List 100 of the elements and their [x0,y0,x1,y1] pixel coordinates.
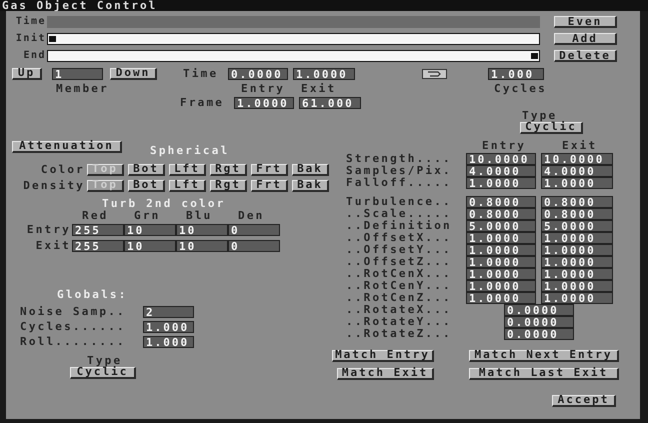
frame-exit-field[interactable]: 61.000 [299,96,361,108]
up-button[interactable]: Up [12,68,42,80]
label: Init [14,33,47,45]
label: Frame [180,96,226,108]
entry-field[interactable]: 1.0000 [466,244,536,256]
label: Roll........ [20,336,127,348]
section-title: Globals: [57,288,128,300]
face-button[interactable]: Lft [169,180,206,192]
label: Time [183,68,220,80]
exit-field[interactable]: 1.0000 [541,256,613,268]
attenuation-button[interactable]: Attenuation [12,140,122,152]
cycle-button[interactable] [422,68,447,78]
face-button[interactable]: Bak [292,164,329,176]
exit-field[interactable]: 10.0000 [541,153,613,165]
match-button[interactable]: Match Entry [332,350,434,362]
type-button[interactable]: Cyclic [520,122,583,134]
column-header: Entry [482,140,528,152]
global-field[interactable]: 2 [143,306,194,318]
face-button[interactable]: Rgt [210,164,247,176]
face-button[interactable]: Bot [128,180,165,192]
entry-field[interactable]: 1.0000 [466,292,536,304]
type-button[interactable]: Cyclic [70,366,136,378]
label: Member [56,82,110,94]
slider-thumb[interactable] [49,36,56,42]
label: Strength.... [346,153,453,165]
color-field[interactable]: 10 [176,224,228,236]
entry-field[interactable]: 0.8000 [466,196,536,208]
frame-entry-field[interactable]: 1.0000 [234,96,294,108]
slider-track[interactable] [47,50,540,62]
down-button[interactable]: Down [110,68,157,80]
mode-label: Spherical [150,144,230,156]
label: Color [40,164,86,176]
entry-field[interactable]: 5.0000 [466,220,536,232]
entry-field[interactable]: 1.0000 [466,268,536,280]
slider-thumb[interactable] [531,53,538,59]
exit-field[interactable]: 0.8000 [541,208,613,220]
label: End [22,50,47,62]
slider-track[interactable] [47,33,540,45]
exit-field[interactable]: 1.0000 [541,268,613,280]
color-field[interactable]: 0 [228,240,280,252]
label: Density [22,180,86,192]
label: Entry [26,224,72,236]
exit-field[interactable]: 1.0000 [541,232,613,244]
member-field[interactable]: 1 [52,68,103,80]
color-field[interactable]: 255 [72,240,124,252]
value-field[interactable]: 0.0000 [504,316,574,328]
window-title: Gas Object Control [2,0,158,11]
side-button[interactable]: Add [554,33,617,45]
color-field[interactable]: 10 [176,240,228,252]
face-button[interactable]: Lft [169,164,206,176]
accept-button[interactable]: Accept [552,394,616,406]
side-button[interactable]: Even [554,16,617,28]
label: Cycles [494,82,547,94]
column-header: Grn [134,210,162,222]
label: Falloff..... [346,177,453,189]
cycles-field[interactable]: 1.000 [488,68,544,80]
match-button[interactable]: Match Exit [337,368,434,380]
label: Cycles...... [20,320,127,332]
exit-field[interactable]: 1.0000 [541,177,613,189]
column-header: Blu [186,210,214,222]
exit-field[interactable]: 0.8000 [541,196,613,208]
color-field[interactable]: 10 [124,240,176,252]
label: Exit [301,82,338,94]
face-button[interactable]: Bak [292,180,329,192]
column-header: Exit [562,140,598,152]
face-button[interactable]: Rgt [210,180,247,192]
label: Noise Samp.. [20,306,127,318]
entry-field[interactable]: 1.0000 [466,280,536,292]
entry-field[interactable]: 1.0000 [466,232,536,244]
exit-field[interactable]: 1.0000 [541,244,613,256]
face-button[interactable]: Frt [251,164,288,176]
entry-field[interactable]: 10.0000 [466,153,536,165]
entry-field[interactable]: 1.0000 [466,256,536,268]
label: ..RotCenZ... [346,292,453,304]
value-field[interactable]: 0.0000 [504,328,574,340]
label: ..OffsetY... [346,244,453,256]
color-field[interactable]: 255 [72,224,124,236]
entry-field[interactable]: 1.0000 [466,177,536,189]
color-field[interactable]: 10 [124,224,176,236]
label: ..Scale..... [346,208,453,220]
side-button[interactable]: Delete [554,50,617,62]
time-exit-field[interactable]: 1.0000 [293,68,355,80]
exit-field[interactable]: 4.0000 [541,165,613,177]
face-button[interactable]: Bot [128,164,165,176]
exit-field[interactable]: 1.0000 [541,292,613,304]
match-button[interactable]: Match Last Exit [469,368,619,380]
entry-field[interactable]: 0.8000 [466,208,536,220]
label: Turbulence.. [346,196,453,208]
exit-field[interactable]: 1.0000 [541,280,613,292]
entry-field[interactable]: 4.0000 [466,165,536,177]
match-button[interactable]: Match Next Entry [469,350,619,362]
global-field[interactable]: 1.000 [143,320,194,332]
label: ..Definition [346,220,453,232]
value-field[interactable]: 0.0000 [504,304,574,316]
exit-field[interactable]: 5.0000 [541,220,613,232]
global-field[interactable]: 1.000 [143,336,194,348]
color-field[interactable]: 0 [228,224,280,236]
label: ..OffsetZ... [346,256,453,268]
time-entry-field[interactable]: 0.0000 [228,68,288,80]
face-button[interactable]: Frt [251,180,288,192]
